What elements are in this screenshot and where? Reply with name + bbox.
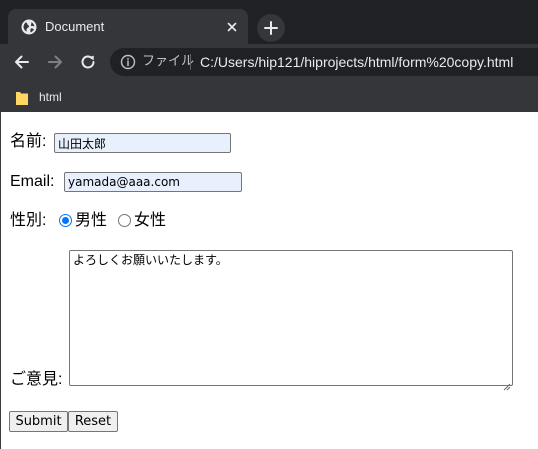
url-text[interactable]: C:/Users/hip121/hiprojects/html/form%20c…: [200, 54, 513, 70]
radio-male[interactable]: [59, 214, 72, 227]
arrow-left-icon: [15, 55, 29, 69]
new-tab-button[interactable]: [257, 14, 285, 42]
info-icon[interactable]: [120, 54, 136, 70]
reload-icon: [81, 55, 95, 69]
globe-icon: [21, 19, 37, 35]
page-viewport: 名前: Email: 性別: 男性 女性 ご意見: よろしくお願いいたします。 …: [0, 112, 538, 449]
address-bar[interactable]: ファイル C:/Users/hip121/hiprojects/html/for…: [110, 48, 538, 76]
reset-button[interactable]: Reset: [68, 411, 118, 432]
bookmarks-bar: html: [0, 81, 538, 112]
plus-icon: [264, 21, 278, 35]
forward-button[interactable]: [43, 50, 67, 74]
address-divider: [190, 54, 191, 70]
radio-female-label: 女性: [134, 212, 167, 229]
scheme-label: ファイル: [142, 54, 195, 69]
back-button[interactable]: [10, 50, 34, 74]
email-label: Email:: [10, 173, 55, 190]
reload-button[interactable]: [76, 50, 100, 74]
close-icon[interactable]: [224, 19, 240, 35]
email-input[interactable]: [64, 172, 242, 192]
radio-male-label: 男性: [75, 212, 108, 229]
submit-button[interactable]: Submit: [9, 411, 68, 432]
radio-female[interactable]: [118, 214, 131, 227]
folder-icon: [16, 90, 28, 105]
name-input[interactable]: [54, 133, 231, 153]
gender-label: 性別:: [10, 212, 47, 229]
name-label: 名前:: [10, 133, 47, 150]
resize-grip-icon[interactable]: [503, 376, 511, 391]
bookmark-label: html: [39, 90, 62, 104]
tab-document[interactable]: Document: [8, 9, 248, 44]
browser-toolbar: ファイル C:/Users/hip121/hiprojects/html/for…: [0, 44, 538, 81]
arrow-right-icon: [48, 55, 62, 69]
tab-title: Document: [45, 19, 105, 34]
comment-label: ご意見:: [10, 371, 63, 388]
tab-strip: Document: [0, 0, 538, 44]
comment-textarea[interactable]: よろしくお願いいたします。: [69, 250, 513, 386]
